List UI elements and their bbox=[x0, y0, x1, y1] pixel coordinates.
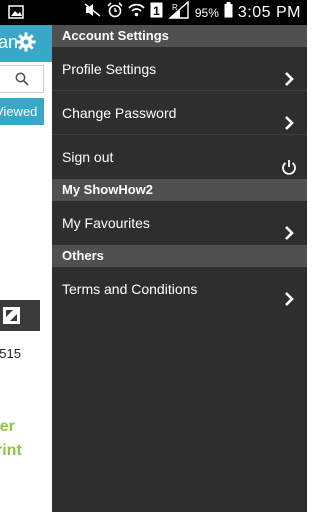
search-icon bbox=[15, 72, 29, 86]
chevron-right-icon bbox=[281, 60, 297, 86]
menu-item-label: Change Password bbox=[62, 105, 177, 121]
tab-viewed[interactable]: Viewed bbox=[0, 98, 44, 125]
number-fragment: 4515 bbox=[0, 346, 21, 361]
section-account-settings: Account Settings bbox=[52, 25, 307, 47]
section-my-showhow2: My ShowHow2 bbox=[52, 179, 307, 201]
gear-icon[interactable] bbox=[15, 31, 37, 58]
menu-item-terms-and-conditions[interactable]: Terms and Conditions bbox=[52, 267, 307, 311]
menu-item-label: Profile Settings bbox=[62, 61, 157, 77]
menu-item-sign-out[interactable]: Sign out bbox=[52, 135, 307, 179]
search-box[interactable] bbox=[0, 65, 44, 93]
clock: 3:05 PM bbox=[237, 3, 301, 21]
menu-item-my-favourites[interactable]: My Favourites bbox=[52, 201, 307, 245]
image-notification-icon bbox=[8, 5, 24, 24]
battery-percent: 95% bbox=[194, 5, 219, 20]
signal-icon: R bbox=[168, 0, 190, 24]
fullscreen-icon[interactable] bbox=[3, 307, 20, 324]
menu-item-label: Terms and Conditions bbox=[62, 281, 198, 297]
status-bar: 1 R 95% 3:05 PM bbox=[0, 0, 307, 25]
menu-item-label: My Favourites bbox=[62, 215, 150, 231]
menu-item-label: Sign out bbox=[62, 149, 114, 165]
menu-item-profile-settings[interactable]: Profile Settings bbox=[52, 47, 307, 91]
navigation-drawer: Account Settings Profile Settings Change… bbox=[52, 25, 307, 512]
power-icon bbox=[281, 148, 297, 175]
wifi-icon bbox=[128, 2, 145, 23]
green-text-line-2: rint bbox=[0, 442, 22, 459]
background-app: an Viewed bbox=[0, 25, 52, 512]
chevron-right-icon bbox=[281, 214, 297, 240]
chevron-right-icon bbox=[281, 104, 297, 130]
svg-text:1: 1 bbox=[153, 4, 160, 18]
battery-icon bbox=[224, 2, 233, 23]
media-strip bbox=[0, 300, 40, 331]
sim-1-icon: 1 bbox=[150, 2, 163, 23]
green-text-line-1: ber bbox=[0, 418, 15, 435]
alarm-icon bbox=[107, 2, 123, 23]
mute-icon bbox=[84, 3, 102, 22]
svg-text:R: R bbox=[172, 3, 178, 12]
menu-item-change-password[interactable]: Change Password bbox=[52, 91, 307, 135]
app-header: an bbox=[0, 25, 52, 62]
chevron-right-icon bbox=[281, 280, 297, 306]
section-others: Others bbox=[52, 245, 307, 267]
